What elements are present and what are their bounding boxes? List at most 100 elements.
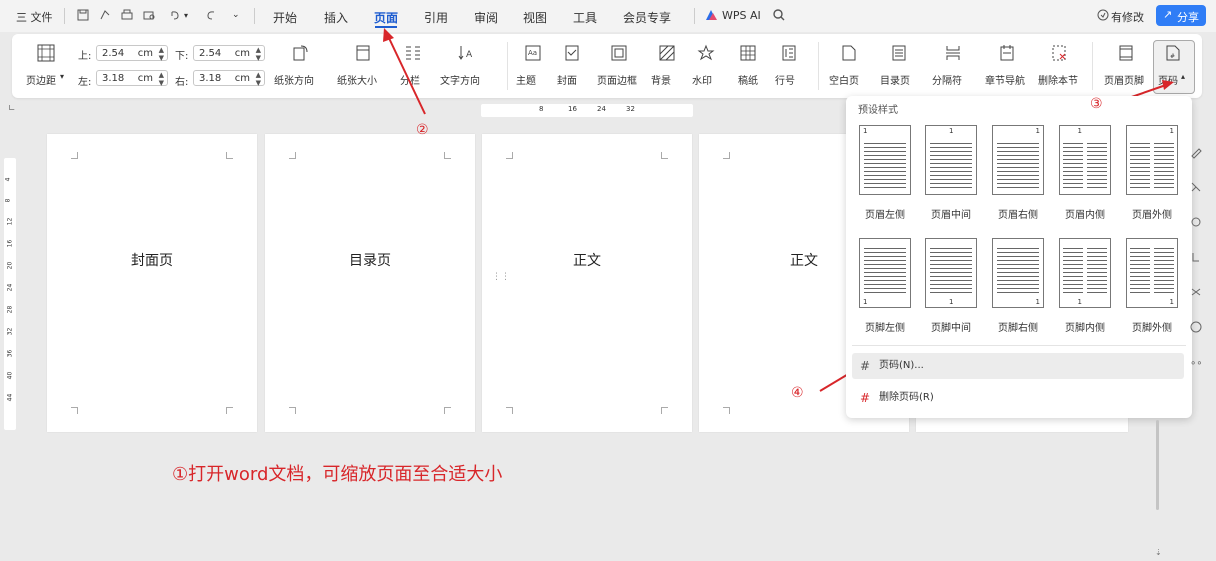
toc-page-button[interactable]: 目录页 (880, 72, 910, 87)
tab-references[interactable]: 引用 (424, 9, 448, 26)
delete-page-number-item[interactable]: # 删除页码(R) (852, 385, 1184, 411)
undo-icon[interactable] (168, 8, 182, 22)
top-margin-input[interactable]: 2.54 cm ▲ ▼ (96, 45, 168, 62)
background-button[interactable]: 背景 (651, 72, 671, 87)
tab-start[interactable]: 开始 (273, 9, 297, 26)
top-margin-label: 上: (78, 51, 92, 62)
manuscript-icon[interactable] (739, 44, 757, 62)
svg-text:Aa: Aa (528, 49, 537, 57)
footer-center-style[interactable]: 1 (925, 238, 977, 308)
format-painter-icon[interactable] (98, 8, 112, 22)
orientation-button[interactable]: 纸张方向 (274, 72, 314, 87)
line-number-icon[interactable] (780, 44, 798, 62)
header-footer-icon[interactable] (1117, 44, 1135, 62)
scroll-down-icon[interactable]: ⇣ (1155, 548, 1162, 557)
watermark-button[interactable]: 水印 (692, 72, 712, 87)
footer-outside-style[interactable]: 1 (1126, 238, 1178, 308)
header-right-style[interactable]: 1 (992, 125, 1044, 195)
bottom-margin-input[interactable]: 2.54 cm ▲ ▼ (193, 45, 265, 62)
wps-ai-button[interactable]: WPS AI (722, 9, 761, 22)
header-left-style[interactable]: 1 (859, 125, 911, 195)
manuscript-button[interactable]: 稿纸 (738, 72, 758, 87)
ribbon-panel (12, 34, 1202, 98)
vertical-scrollbar[interactable] (1155, 420, 1161, 520)
footer-right-style[interactable]: 1 (992, 238, 1044, 308)
sidebar-tool-icon[interactable] (1189, 180, 1203, 194)
document-page[interactable]: 目录页 (265, 134, 475, 432)
spinner-arrows-icon[interactable]: ▲ ▼ (256, 46, 261, 62)
file-menu[interactable]: 三 文件 (16, 9, 53, 25)
background-icon[interactable] (658, 44, 676, 62)
columns-icon[interactable] (404, 44, 422, 62)
spinner-arrows-icon[interactable]: ▲ ▼ (256, 71, 261, 87)
delete-section-button[interactable]: 删除本节 (1038, 72, 1078, 87)
sidebar-tool-icon[interactable] (1189, 215, 1203, 229)
header-outside-style[interactable]: 1 (1126, 125, 1178, 195)
blank-page-icon[interactable] (840, 44, 858, 62)
blank-page-button[interactable]: 空白页 (829, 72, 859, 87)
watermark-icon[interactable] (697, 44, 715, 62)
edit-icon[interactable] (1189, 145, 1203, 159)
left-margin-input[interactable]: 3.18 cm ▲ ▼ (96, 70, 168, 87)
share-button[interactable]: ↗ 分享 (1156, 5, 1206, 26)
ruler-tick: 12 (6, 217, 14, 226)
redo-icon[interactable] (204, 8, 218, 22)
delete-section-icon[interactable] (1050, 44, 1068, 62)
tab-insert[interactable]: 插入 (324, 9, 348, 26)
undo-dropdown-icon[interactable]: ▾ (184, 11, 188, 20)
section-nav-icon[interactable] (998, 44, 1016, 62)
tab-view[interactable]: 视图 (523, 9, 547, 26)
tab-page[interactable]: 页面 (374, 9, 398, 26)
right-margin-input[interactable]: 3.18 cm ▲ ▼ (193, 70, 265, 87)
page-number-settings-item[interactable]: # 页码(N)... (852, 353, 1184, 379)
more-icon[interactable]: ∘∘ (1190, 358, 1203, 369)
modified-status[interactable]: 有修改 (1111, 9, 1144, 25)
text-direction-button[interactable]: 文字方向 (440, 72, 480, 87)
header-center-style[interactable]: 1 (925, 125, 977, 195)
toc-page-icon[interactable] (890, 44, 908, 62)
help-icon[interactable] (1189, 320, 1203, 334)
margins-dropdown-icon[interactable]: ▾ (60, 72, 64, 81)
cover-button[interactable]: 封面 (557, 72, 577, 87)
search-icon[interactable] (772, 8, 786, 22)
scrollbar-thumb[interactable] (1156, 420, 1159, 510)
theme-icon[interactable]: Aa (524, 44, 542, 62)
margins-icon[interactable] (37, 44, 55, 62)
orientation-icon[interactable] (292, 44, 310, 62)
footer-left-style[interactable]: 1 (859, 238, 911, 308)
theme-button[interactable]: 主题 (516, 72, 536, 87)
section-nav-button[interactable]: 章节导航 (985, 72, 1025, 87)
header-inside-style[interactable]: 1 (1059, 125, 1111, 195)
paper-size-icon[interactable] (354, 44, 372, 62)
line-number-button[interactable]: 行号 (775, 72, 795, 87)
print-icon[interactable] (120, 8, 134, 22)
print-preview-icon[interactable] (142, 8, 156, 22)
separator-icon[interactable] (944, 44, 962, 62)
sidebar-tool-icon[interactable] (1189, 250, 1203, 264)
tab-membership[interactable]: 会员专享 (623, 9, 671, 26)
cover-icon[interactable] (563, 44, 581, 62)
separator-button[interactable]: 分隔符 (932, 72, 962, 87)
paper-size-button[interactable]: 纸张大小 (337, 72, 377, 87)
margins-button[interactable]: 页边距 (26, 72, 56, 87)
drag-handle-icon[interactable]: ⋮⋮ (492, 272, 510, 282)
tab-review[interactable]: 审阅 (474, 9, 498, 26)
columns-button[interactable]: 分栏 (400, 72, 420, 87)
vertical-ruler[interactable]: 4 8 12 16 20 24 28 32 36 40 44 (4, 158, 16, 430)
spinner-arrows-icon[interactable]: ▲ ▼ (159, 46, 164, 62)
footer-inside-style[interactable]: 1 (1059, 238, 1111, 308)
wps-ai-icon[interactable] (704, 8, 718, 22)
page-border-icon[interactable] (610, 44, 628, 62)
text-direction-icon[interactable]: A (457, 44, 475, 62)
spinner-arrows-icon[interactable]: ▲ ▼ (159, 71, 164, 87)
document-page[interactable]: 封面页 (47, 134, 257, 432)
tab-tools[interactable]: 工具 (573, 9, 597, 26)
save-icon[interactable] (76, 8, 90, 22)
sidebar-tool-icon[interactable] (1189, 285, 1203, 299)
document-page[interactable]: ⋮⋮ 正文 (482, 134, 692, 432)
share-label: 分享 (1177, 11, 1199, 24)
page-border-button[interactable]: 页面边框 (597, 72, 637, 87)
horizontal-ruler[interactable]: 8 16 24 32 (481, 104, 693, 117)
more-dropdown-icon[interactable]: ⌄ (232, 10, 240, 20)
header-footer-button[interactable]: 页眉页脚 (1104, 72, 1144, 87)
